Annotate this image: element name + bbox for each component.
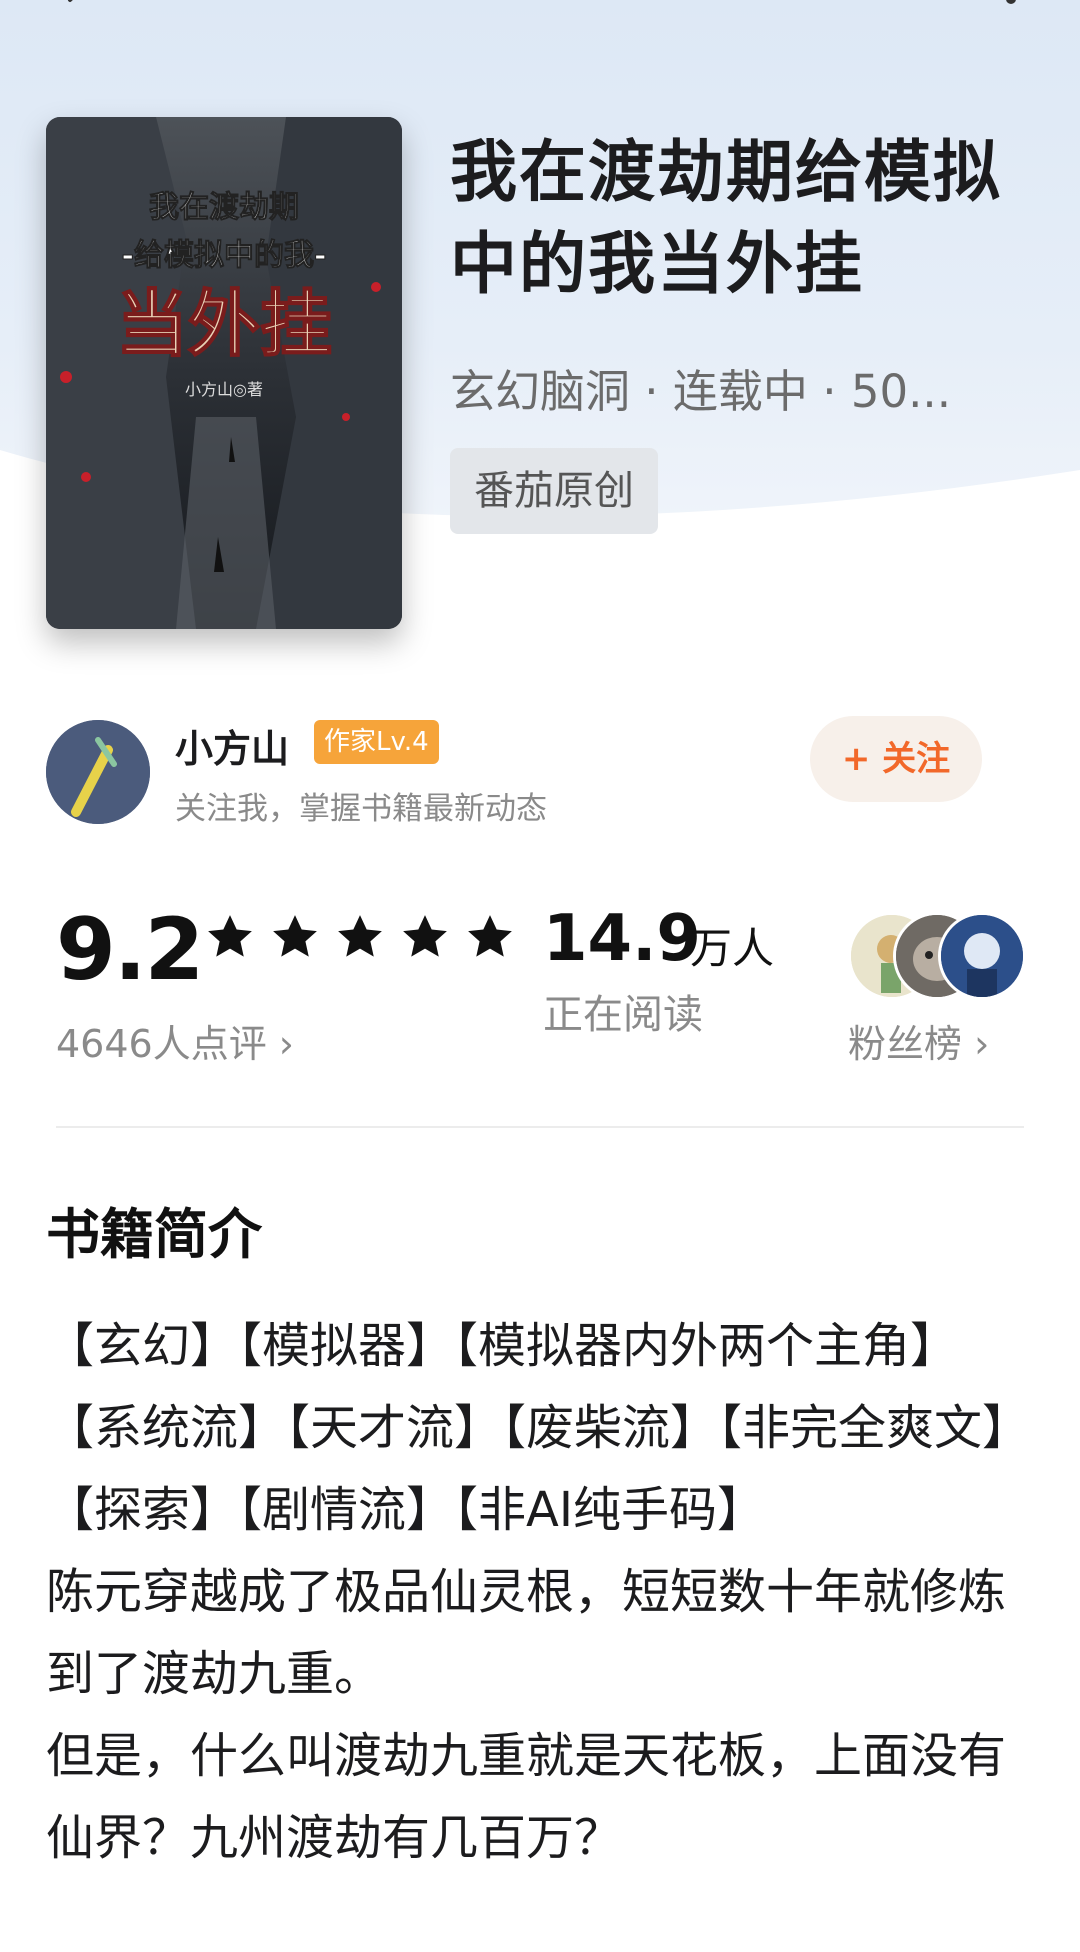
top-bar xyxy=(0,0,1080,20)
intro-paragraph: 但是，什么叫渡劫九重就是天花板，上面没有仙界？九州渡劫有几百万？ xyxy=(46,1728,1007,1866)
fan-avatars[interactable] xyxy=(848,912,1026,1000)
fans-ranking-link[interactable]: 粉丝榜 › xyxy=(848,1013,989,1068)
cover-title-line2: -给模拟中的我- xyxy=(122,238,327,273)
rating-stars xyxy=(205,912,515,962)
book-meta[interactable]: 玄幻脑洞 · 连载中 · 50... xyxy=(450,355,1015,420)
author-name[interactable]: 小方山 xyxy=(175,718,289,773)
book-title: 我在渡劫期给模拟中的我当外挂 xyxy=(450,133,1002,303)
intro-paragraph: 陈元穿越成了极品仙灵根，短短数十年就修炼到了渡劫九重。 xyxy=(46,1564,1007,1702)
intro-text: 【玄幻】【模拟器】【模拟器内外两个主角】【系统流】【天才流】【废柴流】【非完全爽… xyxy=(46,1305,1021,1879)
rating-score: 9.2 xyxy=(56,900,204,1000)
cover-author-mark: 小方山◎著 xyxy=(185,380,263,399)
star-icon xyxy=(338,915,382,957)
source-tag[interactable]: 番茄原创 xyxy=(450,448,658,534)
follow-button[interactable]: + 关注 xyxy=(810,716,982,802)
star-icon xyxy=(403,915,447,957)
star-icon xyxy=(208,915,252,957)
intro-section-title: 书籍简介 xyxy=(46,1203,262,1266)
book-cover[interactable]: 我在渡劫期 -给模拟中的我- 当外挂 小方山◎著 xyxy=(46,117,402,629)
readers-label: 正在阅读 xyxy=(543,992,703,1038)
reviews-link[interactable]: 4646人点评 › xyxy=(56,1013,294,1068)
star-icon xyxy=(468,915,512,957)
back-arrow-icon[interactable] xyxy=(62,0,90,14)
author-avatar[interactable] xyxy=(46,720,150,824)
more-icon[interactable] xyxy=(1006,0,1016,4)
intro-paragraph: 【玄幻】【模拟器】【模拟器内外两个主角】【系统流】【天才流】【废柴流】【非完全爽… xyxy=(46,1318,1007,1538)
star-icon xyxy=(273,915,317,957)
readers-unit: 万人 xyxy=(690,924,775,973)
divider xyxy=(56,1126,1024,1128)
cover-title-line1: 我在渡劫期 xyxy=(149,190,299,225)
author-level-badge: 作家Lv.4 xyxy=(314,720,439,764)
fan-avatar xyxy=(938,912,1026,1000)
readers-count: 14.9 xyxy=(543,902,701,976)
author-subtitle: 关注我，掌握书籍最新动态 xyxy=(175,791,547,827)
cover-title-big: 当外挂 xyxy=(116,281,332,366)
